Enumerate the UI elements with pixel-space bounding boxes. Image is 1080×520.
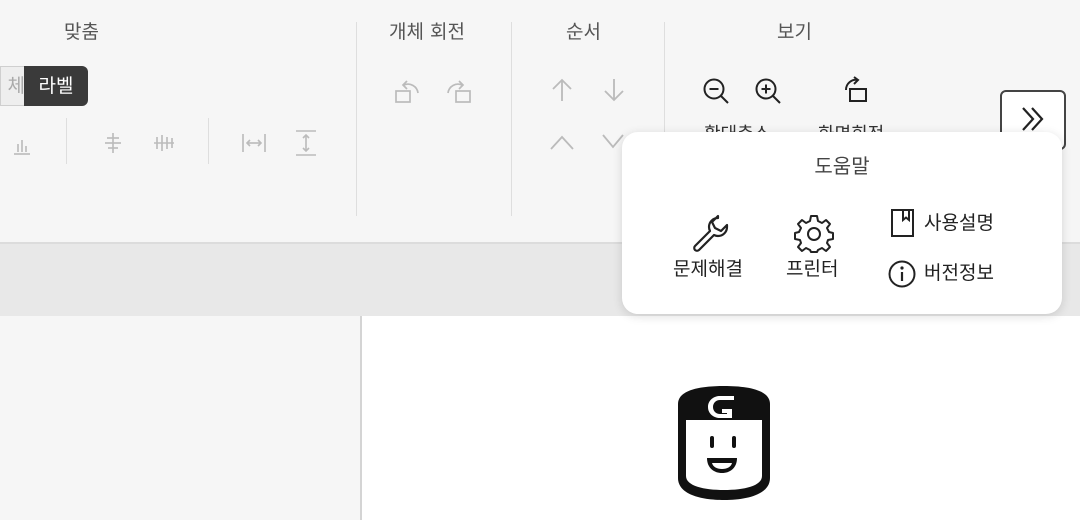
group-separator [356, 22, 357, 216]
book-icon [891, 209, 914, 237]
mascot-logo-icon [678, 386, 770, 500]
send-backward-arrow-icon[interactable] [600, 76, 628, 104]
printer-button[interactable]: 프린터 [782, 212, 846, 282]
label-toggle-label-option[interactable]: 라벨 [24, 66, 88, 106]
group-separator [511, 22, 512, 216]
group-label-view: 보기 [777, 21, 812, 43]
troubleshoot-button[interactable]: 문제해결 [670, 212, 750, 282]
rotate-left-icon[interactable] [392, 77, 422, 107]
group-label-rotate: 개체 회전 [389, 21, 465, 43]
rotate-screen-label-cut: 화면회전 [818, 120, 884, 132]
version-info-label: 버전정보 [924, 262, 994, 284]
zoom-in-icon[interactable] [753, 76, 783, 106]
rotate-screen-icon[interactable] [842, 76, 872, 106]
double-chevron-right-icon [1022, 107, 1044, 131]
manual-label: 사용설명 [924, 212, 994, 234]
align-separator [208, 118, 209, 164]
printer-label: 프린터 [786, 258, 839, 280]
zoom-label-cut: 확대축소 [704, 120, 770, 132]
label-canvas[interactable] [362, 316, 1080, 520]
gear-icon [794, 215, 834, 253]
align-separator [66, 118, 67, 164]
version-info-button[interactable]: 버전정보 [888, 258, 1018, 290]
help-popup-title: 도움말 [814, 154, 870, 178]
left-panel [0, 316, 362, 520]
group-label-order: 순서 [566, 21, 601, 43]
bring-forward-arrow-icon[interactable] [548, 76, 576, 104]
align-center-horizontal-icon[interactable] [151, 130, 177, 156]
distribute-horizontal-icon[interactable] [240, 130, 268, 156]
label-toggle-off-option[interactable]: 체 [0, 66, 25, 106]
bring-to-front-chevron-icon[interactable] [548, 130, 576, 154]
distribute-vertical-icon[interactable] [292, 128, 320, 158]
wrench-icon [693, 214, 729, 252]
group-label-align: 맞춤 [64, 21, 99, 43]
help-popup: 도움말 문제해결 프린터 사용설명 버전정보 [622, 132, 1062, 314]
align-center-vertical-icon[interactable] [100, 130, 126, 156]
zoom-out-icon[interactable] [701, 76, 731, 106]
info-icon [888, 260, 916, 288]
align-bottom-icon[interactable] [10, 134, 34, 158]
troubleshoot-label: 문제해결 [673, 258, 743, 280]
rotate-right-icon[interactable] [444, 77, 474, 107]
manual-button[interactable]: 사용설명 [888, 206, 1018, 238]
